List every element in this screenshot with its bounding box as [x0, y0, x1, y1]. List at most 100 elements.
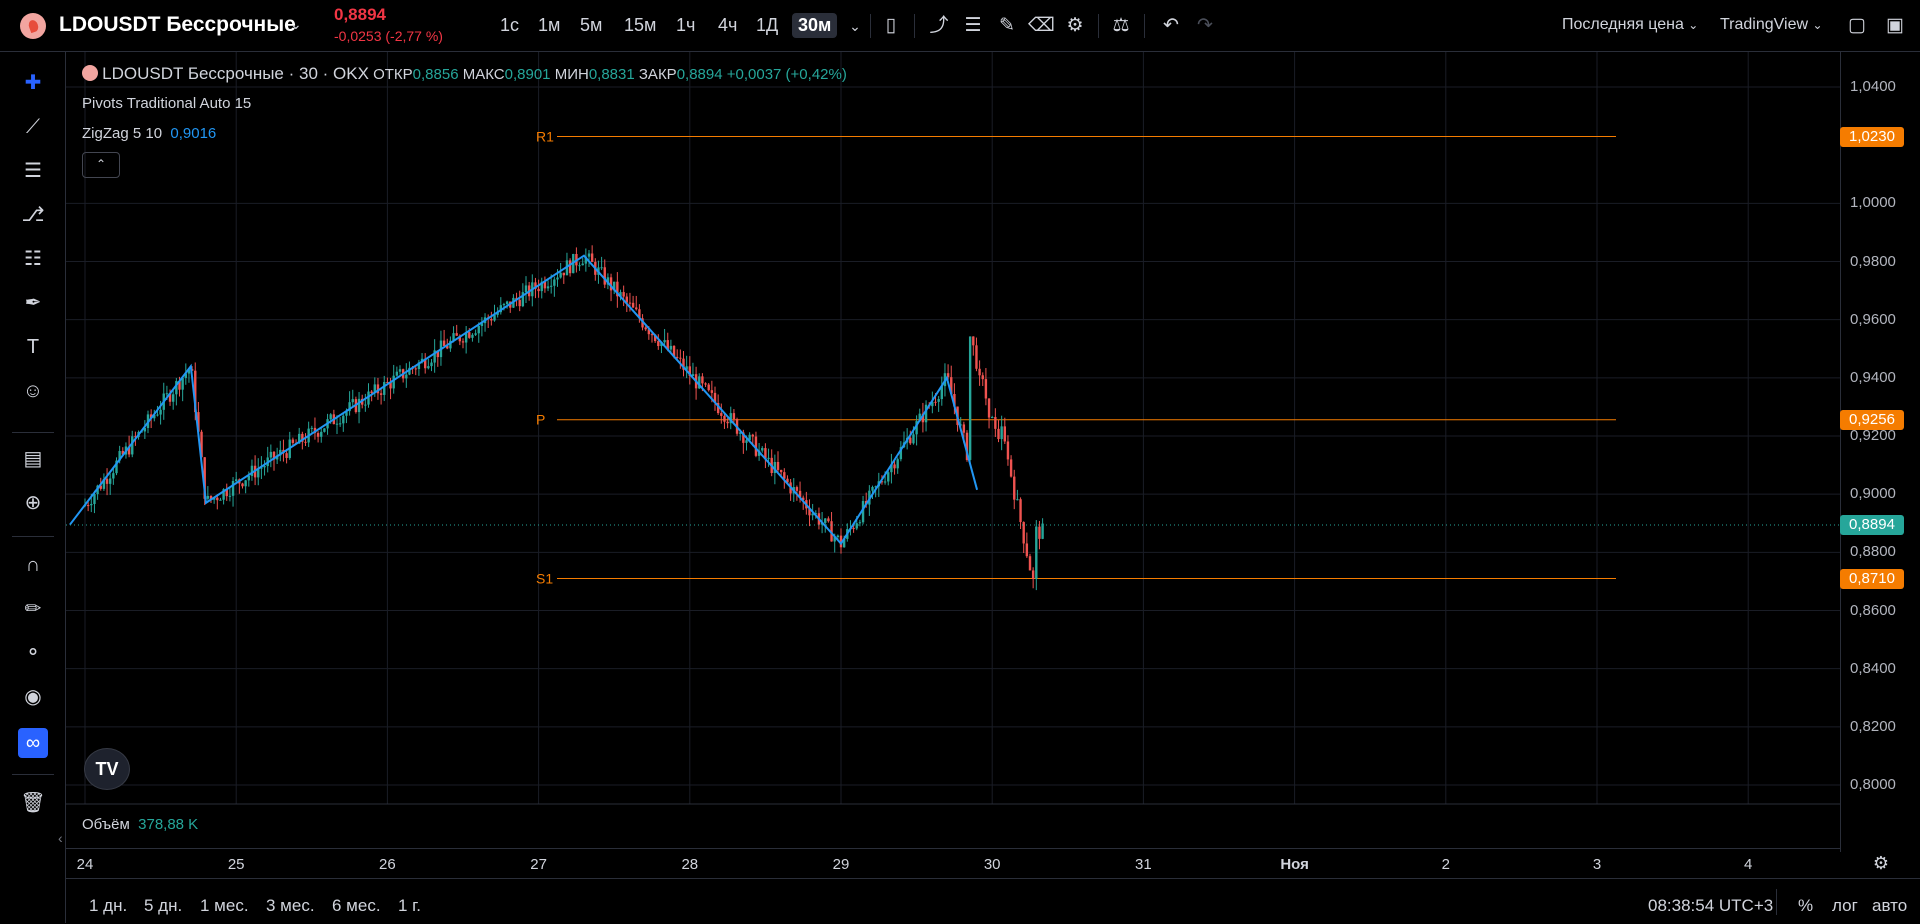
candle — [301, 431, 304, 450]
timeframe-1d[interactable]: 1Д — [750, 13, 784, 38]
candle — [701, 373, 704, 392]
settings-icon[interactable]: ⚙ — [1062, 13, 1088, 39]
lock-icon[interactable]: ⚬ — [18, 638, 48, 668]
tradingview-logo-icon[interactable]: TV — [84, 748, 130, 790]
timeframe-5m[interactable]: 5м — [574, 13, 608, 38]
candle — [962, 421, 966, 444]
bar-style-icon[interactable]: ▯ — [878, 13, 904, 39]
candle — [1028, 553, 1032, 571]
provider-select[interactable]: TradingView ⌄ — [1720, 16, 1823, 34]
alert-icon[interactable]: ✎ — [994, 13, 1020, 39]
candle — [430, 359, 433, 372]
range-5d[interactable]: 5 дн. — [144, 896, 182, 916]
magnet-icon[interactable]: ∩ — [18, 550, 48, 580]
range-1m[interactable]: 1 мес. — [200, 896, 249, 916]
candle — [200, 429, 203, 458]
ohlc-close: ЗАКР0,8894 — [638, 66, 723, 83]
ruler-icon[interactable]: ▤ — [18, 444, 48, 474]
timeframe-1h[interactable]: 1ч — [670, 13, 701, 38]
log-toggle[interactable]: лог — [1832, 896, 1858, 916]
candle — [427, 358, 430, 370]
range-3m[interactable]: 3 мес. — [266, 896, 315, 916]
candle — [127, 435, 131, 458]
candle — [398, 365, 402, 375]
candle — [364, 393, 367, 412]
candle — [603, 259, 606, 289]
candle — [553, 276, 556, 297]
indicator-zigzag[interactable]: ZigZag 5 10 0,9016 — [82, 125, 216, 142]
candle — [285, 448, 288, 464]
timezone-clock[interactable]: 08:38:54 UTC+3 — [1648, 896, 1773, 916]
candle — [282, 439, 285, 462]
redo-icon[interactable]: ↷ — [1192, 13, 1218, 39]
screenshot-icon[interactable]: ▣ — [1882, 13, 1908, 39]
range-1d[interactable]: 1 дн. — [89, 896, 127, 916]
percent-toggle[interactable]: % — [1798, 896, 1813, 916]
zoom-in-icon[interactable]: ⊕ — [18, 488, 48, 518]
candle — [978, 360, 981, 386]
candle — [408, 361, 411, 376]
zigzag-line — [69, 254, 979, 546]
timeframe-1s[interactable]: 1с — [494, 13, 525, 38]
timeframe-30m[interactable]: 30м — [792, 13, 838, 38]
visibility-icon[interactable]: ◉ — [18, 682, 48, 712]
candle — [584, 248, 588, 272]
range-6m[interactable]: 6 мес. — [332, 896, 381, 916]
price-type-select[interactable]: Последняя цена ⌄ — [1562, 16, 1698, 34]
candle — [883, 471, 887, 485]
symbol-logo-icon[interactable] — [20, 13, 46, 39]
timeframe-4h[interactable]: 4ч — [712, 13, 743, 38]
candle — [253, 455, 257, 486]
forecast-icon[interactable]: ☷ — [18, 244, 48, 274]
candle — [332, 409, 336, 425]
candle — [1035, 520, 1038, 591]
trend-line-icon[interactable]: ⟋ — [18, 112, 48, 142]
trash-icon[interactable]: 🗑 — [18, 788, 48, 818]
candle — [534, 277, 537, 299]
candle — [940, 376, 943, 406]
candle — [1016, 489, 1019, 501]
candle — [338, 417, 342, 427]
text-icon[interactable]: T — [18, 332, 48, 362]
compare-icon[interactable]: ⚖ — [1108, 13, 1134, 39]
auto-toggle[interactable]: авто — [1872, 896, 1907, 916]
candle — [238, 478, 241, 494]
candle — [521, 283, 525, 308]
candle — [250, 459, 254, 481]
candle — [131, 430, 134, 458]
brush-icon[interactable]: ✒ — [18, 288, 48, 318]
fullscreen-icon[interactable]: ▢ — [1844, 13, 1870, 39]
axis-settings-icon[interactable]: ⚙ — [1868, 850, 1894, 876]
templates-icon[interactable]: ☰ — [960, 13, 986, 39]
y-tick-label: 0,8000 — [1850, 776, 1896, 793]
time-axis[interactable] — [66, 848, 1840, 879]
candle — [357, 392, 361, 424]
crosshair-icon[interactable]: ✚ — [18, 68, 48, 98]
candle — [912, 426, 915, 445]
candle — [546, 280, 550, 292]
drawing-toolbar: ✚ ⟋ ☰ ⎇ ☷ ✒ T ☺ ▤ ⊕ ∩ ✏ ⚬ ◉ ∞ 🗑 — [0, 52, 66, 923]
indicators-icon[interactable]: ⤴ — [926, 13, 952, 39]
timeframe-dropdown-icon[interactable]: ⌄ — [842, 13, 868, 39]
range-1y[interactable]: 1 г. — [398, 896, 421, 916]
symbol-name[interactable]: LDOUSDT Бессрочные — [59, 13, 296, 37]
candle — [959, 417, 962, 428]
candle — [568, 258, 572, 277]
replay-icon[interactable]: ⌫ — [1028, 13, 1055, 39]
undo-icon[interactable]: ↶ — [1158, 13, 1184, 39]
emoji-icon[interactable]: ☺ — [18, 376, 48, 406]
indicator-pivots[interactable]: Pivots Traditional Auto 15 — [82, 95, 251, 112]
collapse-toolbar-icon[interactable]: ‹ — [58, 830, 63, 846]
fib-icon[interactable]: ☰ — [18, 156, 48, 186]
patterns-icon[interactable]: ⎇ — [18, 200, 48, 230]
timeframe-15m[interactable]: 15м — [618, 13, 662, 38]
candle — [420, 353, 424, 364]
candle — [203, 457, 206, 506]
timeframe-1m[interactable]: 1м — [532, 13, 566, 38]
link-icon[interactable]: ∞ — [18, 728, 48, 758]
collapse-legend-button[interactable]: ⌃ — [82, 152, 120, 178]
chevron-down-icon[interactable]: ⌄ — [290, 16, 302, 33]
drawing-mode-icon[interactable]: ✏ — [18, 594, 48, 624]
price-chart[interactable]: R1 P S1 — [0, 0, 1920, 923]
candle — [222, 488, 225, 505]
